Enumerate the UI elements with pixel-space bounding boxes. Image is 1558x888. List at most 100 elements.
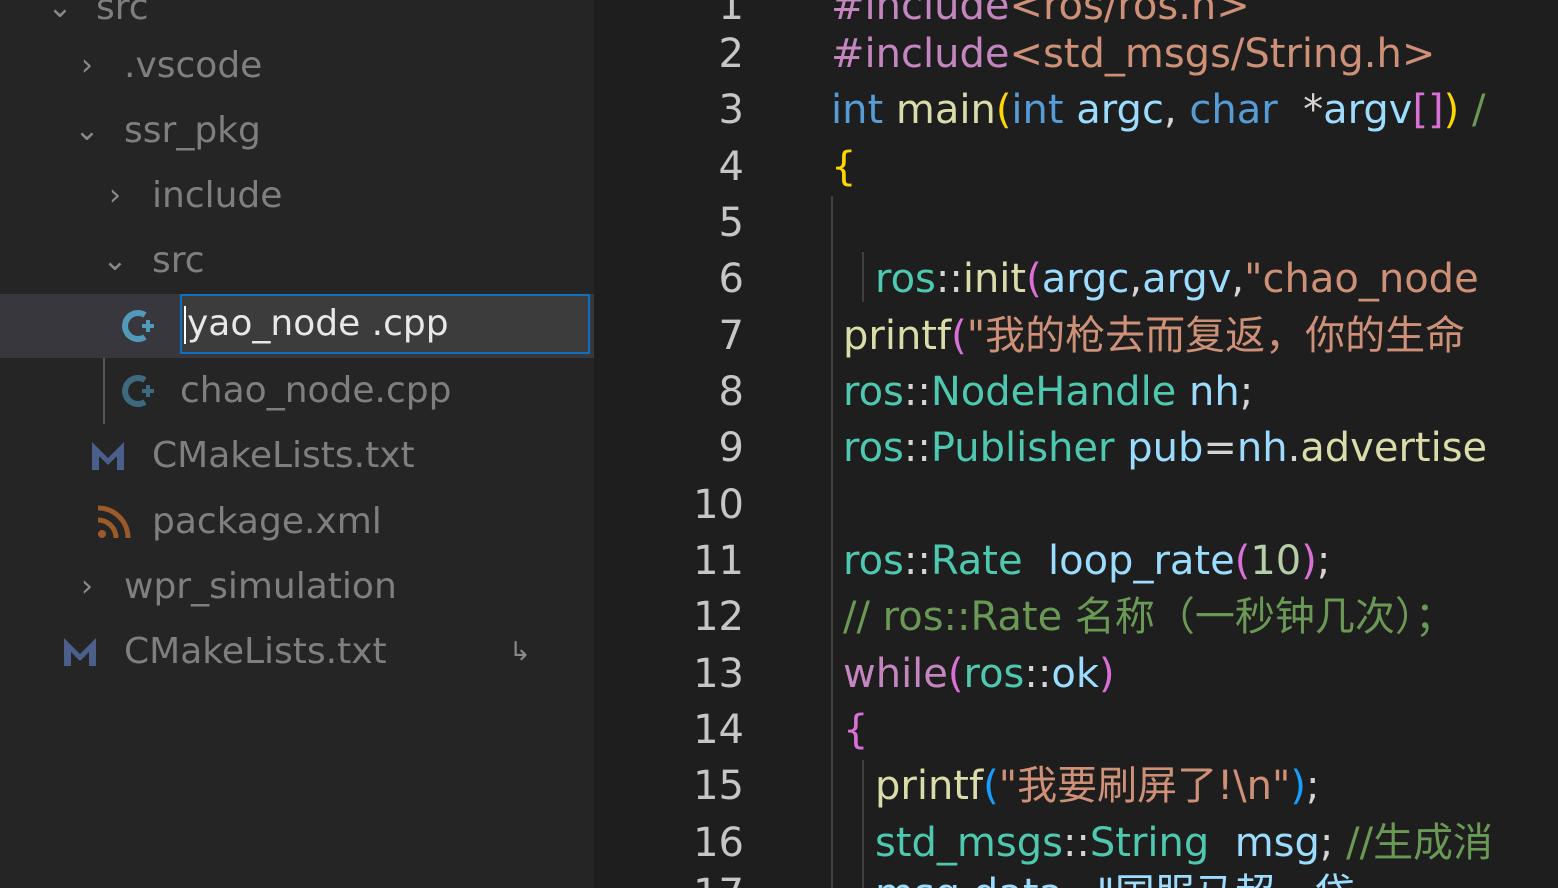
token: / <box>1459 87 1486 133</box>
symlink-arrow-icon: ↳ <box>509 637 531 667</box>
token: { <box>843 707 869 753</box>
token: ( <box>947 651 964 697</box>
token: ) <box>1290 763 1306 809</box>
token: Publisher <box>930 425 1115 471</box>
token: main <box>883 87 996 133</box>
token: pub <box>1114 425 1204 471</box>
token: , <box>1231 256 1245 302</box>
tree-file-cmakelists-root[interactable]: CMakeLists.txt ↳ <box>0 620 594 684</box>
rename-input-value: yao_node .cpp <box>187 303 449 344</box>
token: argc <box>1041 256 1130 302</box>
line-number: 9 <box>718 425 744 471</box>
token: ( <box>951 313 967 359</box>
tree-label: ssr_pkg <box>124 110 261 151</box>
token: ; <box>1305 763 1320 809</box>
token: ; <box>1239 369 1254 415</box>
tree-folder-src[interactable]: ⌄ src <box>0 229 594 293</box>
code-line-3: int main(int argc, char *argv[]) / <box>831 82 1485 138</box>
token: [] <box>1412 87 1444 133</box>
line-number: 16 <box>693 820 744 866</box>
token: NodeHandle <box>930 369 1177 415</box>
chevron-right-icon: › <box>109 178 121 213</box>
token: msg <box>1209 820 1320 866</box>
chevron-right-icon: › <box>81 569 93 604</box>
code-line-12: // ros::Rate 名称（一秒钟几次）； <box>843 589 1455 645</box>
code-line-8: ros::NodeHandle nh; <box>843 364 1253 420</box>
token: ) <box>1099 651 1115 697</box>
code-line-11: ros::Rate loop_rate(10); <box>843 533 1330 589</box>
token: //生成消 <box>1346 820 1494 866</box>
chevron-right-icon: › <box>81 48 93 83</box>
tree-file-package-xml[interactable]: package.xml <box>0 490 594 554</box>
tree-folder-ssr-pkg[interactable]: ⌄ ssr_pkg <box>0 99 594 163</box>
token: ( <box>1026 256 1042 302</box>
code-line-14: { <box>843 702 868 758</box>
token: { <box>831 144 857 190</box>
rename-input[interactable]: yao_node .cpp <box>180 294 590 354</box>
token: Rate <box>930 538 1023 584</box>
token: nh <box>1236 425 1288 471</box>
tree-label: CMakeLists.txt <box>152 435 415 476</box>
token: ros <box>843 425 904 471</box>
token: = <box>1203 425 1237 471</box>
code-line-9: ros::Publisher pub=nh.advertise <box>843 420 1487 476</box>
cmake-m-icon <box>64 638 96 666</box>
tree-label: include <box>152 175 283 216</box>
token: :: <box>935 256 963 302</box>
line-number: 3 <box>718 87 744 133</box>
tree-file-chao-node[interactable]: chao_node.cpp <box>0 359 594 423</box>
token: :: <box>903 369 931 415</box>
token: ) <box>1301 538 1317 584</box>
token: ros <box>843 369 904 415</box>
code-line-16: std_msgs::String msg; //生成消 <box>875 815 1493 871</box>
token: :: <box>1062 820 1090 866</box>
token: argv <box>1142 256 1232 302</box>
tree-label: CMakeLists.txt <box>124 631 387 672</box>
line-number: 14 <box>693 707 744 753</box>
code-line-13: while(ros::ok) <box>843 646 1115 702</box>
token: int <box>1011 87 1064 133</box>
tree-folder-include[interactable]: › include <box>0 164 594 228</box>
token: printf <box>875 763 984 809</box>
token: :: <box>903 425 931 471</box>
token: int <box>831 87 884 133</box>
cpp-file-icon <box>122 375 154 407</box>
code-line-6: ros::init(argc,argv,"chao_node <box>875 251 1479 307</box>
tree-label: package.xml <box>152 501 382 542</box>
line-number: 2 <box>718 31 744 77</box>
line-number: 10 <box>693 482 744 528</box>
chevron-down-icon: ⌄ <box>102 243 128 278</box>
tree-folder-vscode[interactable]: › .vscode <box>0 34 594 98</box>
token: ros <box>843 538 904 584</box>
token: "chao_node <box>1244 256 1479 302</box>
tree-file-cmakelists-pkg[interactable]: CMakeLists.txt <box>0 424 594 488</box>
token: while <box>843 651 948 697</box>
tree-folder-wpr-simulation[interactable]: › wpr_simulation <box>0 555 594 619</box>
line-number: 11 <box>693 538 744 584</box>
token: ; <box>1316 538 1331 584</box>
token: , <box>1163 87 1190 133</box>
token: <std_msgs/String.h> <box>1009 31 1436 77</box>
token: #include <box>831 0 1010 29</box>
line-number: 17 <box>634 866 744 888</box>
tree-label: wpr_simulation <box>124 566 397 607</box>
token: std_msgs <box>875 820 1063 866</box>
token: #include <box>831 31 1010 77</box>
token: :: <box>903 538 931 584</box>
tree-label: .vscode <box>124 45 263 86</box>
token: msg.data="国服马超，岱 <box>875 871 1355 888</box>
indent-guide <box>831 196 833 888</box>
code-line-17: msg.data="国服马超，岱 <box>875 866 1355 888</box>
code-editor[interactable]: 1 2 3 4 5 6 7 8 9 10 11 12 13 14 15 16 1… <box>594 0 1558 888</box>
token: String <box>1089 820 1210 866</box>
line-number: 4 <box>718 144 744 190</box>
token: ok <box>1051 651 1099 697</box>
line-number: 7 <box>718 313 744 359</box>
cpp-file-icon <box>122 310 154 342</box>
code-line-2: #include<std_msgs/String.h> <box>831 26 1435 82</box>
tree-label: chao_node.cpp <box>180 370 452 411</box>
token: <ros/ros.h> <box>1009 0 1250 29</box>
token: ros <box>875 256 936 302</box>
code-line-7: printf("我的枪去而复返，你的生命 <box>843 308 1465 364</box>
token: argc <box>1063 87 1164 133</box>
